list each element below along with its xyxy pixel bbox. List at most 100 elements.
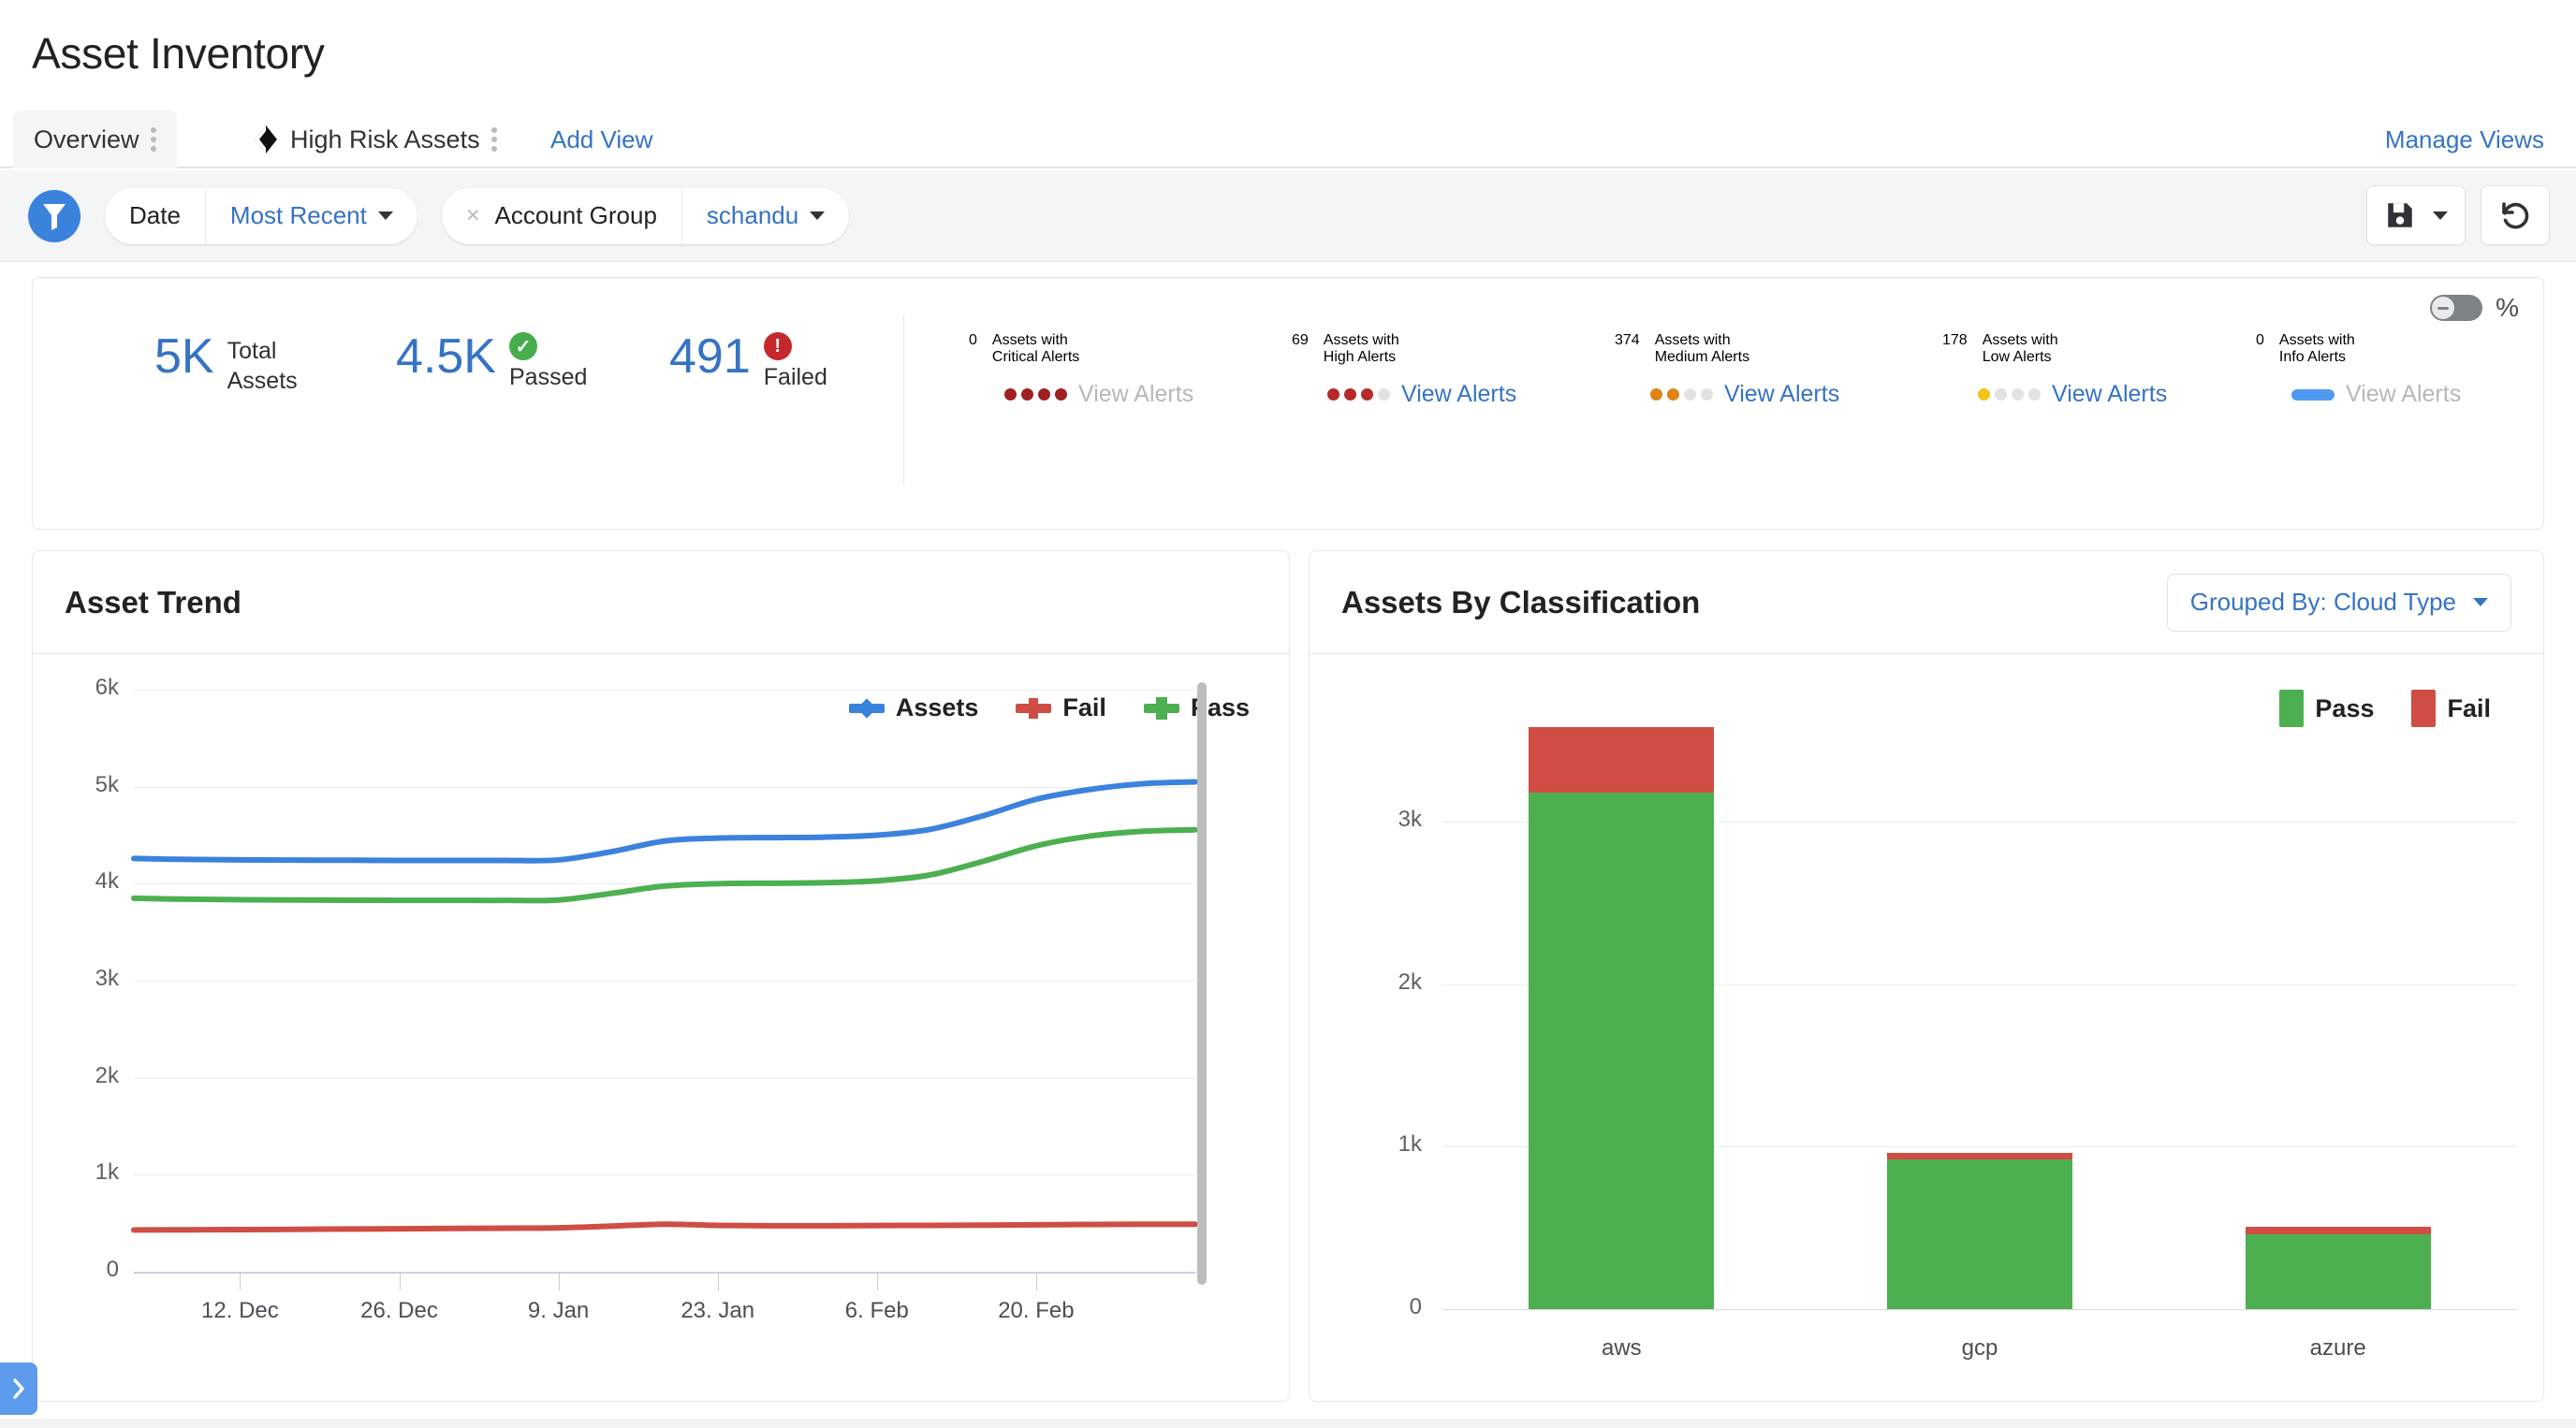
alert-critical-label: Assets withCritical Alerts: [992, 332, 1079, 366]
percent-toggle[interactable]: %: [2430, 293, 2519, 323]
save-icon: [2384, 199, 2416, 231]
y-axis-tick: 3k: [1345, 807, 1422, 833]
pass-badge-icon: ✓: [509, 332, 537, 360]
alert-info-value: 0: [2256, 332, 2264, 349]
funnel-icon[interactable]: [28, 190, 80, 242]
chevron-right-icon: [9, 1377, 28, 1401]
stat-total-assets[interactable]: 5K TotalAssets: [154, 332, 298, 396]
alert-high: 69 Assets withHigh Alerts View Alerts: [1292, 332, 1516, 408]
alert-medium-value: 374: [1615, 332, 1640, 349]
save-button[interactable]: [2366, 185, 2466, 245]
alert-medium-viewlink-row[interactable]: View Alerts: [1650, 381, 1839, 408]
bar-segment-pass[interactable]: [1887, 1159, 2072, 1309]
stat-failed[interactable]: 491 ! Failed: [669, 332, 827, 392]
x-axis-tick: 26. Dec: [315, 1298, 484, 1324]
severity-bar-info-icon: [2291, 389, 2334, 401]
percent-switch[interactable]: [2430, 295, 2482, 321]
x-axis-tickmark: [1036, 1274, 1037, 1290]
assets-by-classification-title: Assets By Classification: [1341, 585, 1700, 620]
filter-actions: [2366, 185, 2550, 245]
filter-date[interactable]: Date Most Recent: [105, 188, 417, 244]
y-axis-tick: 0: [1345, 1294, 1422, 1320]
close-icon[interactable]: ×: [466, 202, 480, 229]
reset-button[interactable]: [2481, 185, 2550, 245]
severity-dots-high-icon: [1327, 388, 1390, 401]
y-axis-tick: 2k: [1345, 969, 1422, 996]
stat-passed[interactable]: 4.5K ✓ Passed: [396, 332, 587, 392]
severity-dots-medium-icon: [1650, 388, 1713, 401]
stat-passed-value: 4.5K: [396, 332, 496, 381]
x-axis-tickmark: [559, 1274, 560, 1290]
assets-by-classification-header: Assets By Classification Grouped By: Clo…: [1310, 551, 2543, 654]
x-axis-tick: 9. Jan: [475, 1298, 643, 1324]
filter-account-group-value-dropdown[interactable]: schandu: [681, 188, 849, 244]
tab-high-risk-assets-label: High Risk Assets: [290, 125, 480, 154]
reset-icon: [2498, 198, 2532, 232]
x-axis-tick: 20. Feb: [952, 1298, 1120, 1324]
alert-info-viewlink-row[interactable]: View Alerts: [2291, 381, 2461, 408]
chart-vertical-scrollbar[interactable]: [1197, 682, 1207, 1285]
alert-low-view-alerts[interactable]: View Alerts: [2052, 381, 2167, 408]
alert-high-viewlink-row[interactable]: View Alerts: [1327, 381, 1516, 408]
alert-high-label: Assets withHigh Alerts: [1324, 332, 1399, 366]
stat-total-assets-value: 5K: [154, 332, 214, 381]
alert-medium: 374 Assets withMedium Alerts View Alerts: [1615, 332, 1839, 408]
alert-low-label: Assets withLow Alerts: [1983, 332, 2058, 366]
manage-views-link[interactable]: Manage Views: [2385, 110, 2544, 168]
bar-segment-fail[interactable]: [1887, 1153, 2072, 1159]
stat-passed-label: Passed: [509, 362, 587, 392]
view-tabbar: Overview High Risk Assets Add View Manag…: [0, 110, 2576, 168]
y-axis-tick: 1k: [1345, 1131, 1422, 1158]
gridline: [1442, 1309, 2517, 1310]
alert-high-view-alerts[interactable]: View Alerts: [1401, 381, 1516, 408]
tab-overview[interactable]: Overview: [13, 110, 177, 168]
x-axis-tickmark: [718, 1274, 719, 1290]
alert-high-value: 69: [1292, 332, 1309, 349]
alert-critical-view-alerts[interactable]: View Alerts: [1078, 381, 1193, 408]
bar-segment-fail[interactable]: [1529, 727, 1714, 792]
tab-overview-label: Overview: [34, 125, 139, 154]
asset-trend-plot[interactable]: 01k2k3k4k5k6k12. Dec26. Dec9. Jan23. Jan…: [33, 654, 1290, 1401]
alert-critical: 0 Assets withCritical Alerts View Alerts: [969, 332, 1193, 408]
tab-overview-kebab-icon[interactable]: [151, 127, 156, 152]
alert-critical-viewlink-row[interactable]: View Alerts: [1004, 381, 1193, 408]
x-axis-category-label: gcp: [1839, 1335, 2120, 1362]
add-view-button[interactable]: Add View: [550, 110, 652, 168]
x-axis-category-label: azure: [2198, 1335, 2479, 1362]
trend-series-layer: [33, 654, 1290, 1401]
sidebar-expand-button[interactable]: [0, 1362, 37, 1415]
x-axis-category-label: aws: [1481, 1335, 1762, 1362]
alert-medium-label: Assets withMedium Alerts: [1655, 332, 1749, 366]
switch-knob: [2432, 297, 2454, 319]
x-axis-tickmark: [877, 1274, 878, 1290]
alert-medium-view-alerts[interactable]: View Alerts: [1724, 381, 1839, 408]
x-axis-tickmark: [400, 1274, 401, 1290]
chevron-down-icon: [378, 211, 393, 220]
asset-trend-title: Asset Trend: [65, 585, 242, 620]
chevron-down-icon: [810, 211, 825, 220]
bar-segment-pass[interactable]: [2246, 1234, 2431, 1309]
chevron-down-icon: [2473, 598, 2488, 606]
filter-account-group-value: schandu: [707, 201, 798, 230]
tab-high-risk-kebab-icon[interactable]: [491, 127, 497, 152]
filter-bar: Date Most Recent × Account Group schandu: [0, 170, 2576, 262]
classification-plot[interactable]: 0 1k 2k 3k aws gcp azure: [1310, 654, 2544, 1401]
filter-account-group-text: Account Group: [494, 201, 656, 230]
alert-low-viewlink-row[interactable]: View Alerts: [1978, 381, 2167, 408]
severity-dots-critical-icon: [1004, 388, 1067, 401]
x-axis-tick: 23. Jan: [634, 1298, 802, 1324]
chevron-down-icon: [2433, 211, 2448, 220]
filter-account-group[interactable]: × Account Group schandu: [442, 188, 849, 244]
bar-segment-fail[interactable]: [2246, 1227, 2431, 1234]
grouped-by-dropdown[interactable]: Grouped By: Cloud Type: [2167, 574, 2511, 632]
filter-account-group-label: × Account Group: [442, 188, 681, 244]
asset-trend-header: Asset Trend: [33, 551, 1289, 654]
alert-info-view-alerts[interactable]: View Alerts: [2346, 381, 2461, 408]
alert-info: 0 Assets withInfo Alerts View Alerts: [2256, 332, 2461, 408]
stat-total-assets-label: TotalAssets: [227, 332, 298, 396]
tab-high-risk-assets[interactable]: High Risk Assets: [232, 110, 518, 168]
stat-failed-value: 491: [669, 332, 751, 381]
bar-segment-pass[interactable]: [1529, 793, 1714, 1309]
filter-date-value-dropdown[interactable]: Most Recent: [205, 188, 417, 244]
alert-critical-value: 0: [969, 332, 977, 349]
